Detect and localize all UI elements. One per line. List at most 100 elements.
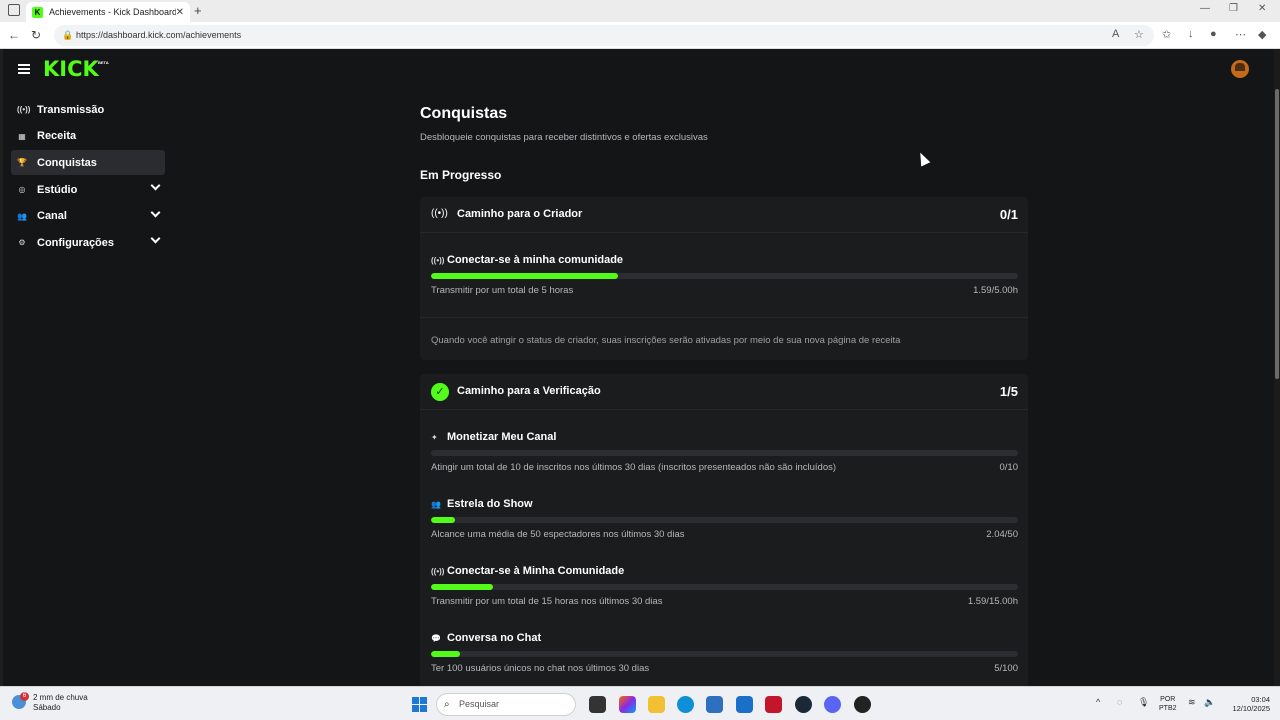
sidebar-item-canal[interactable]: 👥 Canal — [11, 204, 165, 229]
tray-overflow-icon[interactable]: ^ — [1096, 697, 1100, 707]
sidebar-item-label: Transmissão — [37, 103, 105, 116]
task-view-icon[interactable] — [589, 696, 606, 713]
broadcast-icon: ((•)) — [431, 256, 445, 265]
favorites-icon[interactable]: ✩ — [1162, 28, 1171, 41]
card-title: Caminho para a Verificação — [457, 385, 601, 397]
menu-toggle-icon[interactable] — [18, 64, 30, 74]
studio-icon: ◎ — [18, 185, 26, 195]
card-title: Caminho para o Criador — [457, 208, 583, 220]
sidebar-item-transmissao[interactable]: ((•)) Transmissão — [11, 97, 165, 122]
store-icon[interactable] — [706, 696, 723, 713]
sidebar-item-receita[interactable]: ▦ Receita — [11, 124, 165, 149]
sidebar-item-label: Canal — [37, 210, 67, 223]
downloads-icon[interactable]: ↓ — [1188, 28, 1194, 40]
app-icon[interactable] — [854, 696, 871, 713]
sidebar-item-configuracoes[interactable]: ⚙ Configurações — [11, 230, 165, 255]
sidebar: ((•)) Transmissão ▦ Receita 🏆 Conquistas… — [11, 97, 165, 257]
card-header[interactable]: ((•)) Caminho para o Criador 0/1 — [420, 197, 1028, 233]
url-text: https://dashboard.kick.com/achievements — [76, 30, 242, 40]
tray-app-icon[interactable]: ◌ — [1117, 697, 1122, 707]
read-aloud-icon[interactable]: A — [1112, 28, 1119, 40]
verified-check-icon: ✓ — [431, 383, 449, 401]
copilot-app-icon[interactable] — [619, 696, 636, 713]
achievement-title: ((•)) Conectar-se à Minha Comunidade — [431, 565, 625, 577]
more-menu-icon[interactable]: ⋯ — [1235, 28, 1246, 41]
microphone-icon[interactable]: 🎙 — [1138, 697, 1149, 708]
progress-track — [431, 273, 1018, 279]
scrollbar-thumb[interactable] — [1275, 89, 1279, 379]
sidebar-item-label: Estúdio — [37, 183, 78, 196]
windows-taskbar: 6 2 mm de chuva Sábado ⌕ Pesquisar ^ ◌ 🎙 … — [0, 686, 1280, 720]
kick-dashboard: KICK BETA ((•)) Transmissão ▦ Receita 🏆 … — [3, 49, 1274, 686]
broadcast-icon: ((•)) — [17, 105, 31, 114]
chevron-down-icon[interactable] — [150, 207, 161, 218]
achievement-value: 1.59/5.00h — [973, 285, 1018, 296]
chevron-down-icon[interactable] — [150, 180, 161, 191]
window-close-icon[interactable]: ✕ — [1258, 3, 1266, 14]
sidebar-item-estudio[interactable]: ◎ Estúdio — [11, 177, 165, 202]
achievement-description: Transmitir por um total de 5 horas — [431, 285, 574, 296]
edge-browser-icon[interactable] — [677, 696, 694, 713]
volume-icon[interactable]: 🔈 — [1204, 697, 1215, 708]
browser-tab-bar: K Achievements - Kick Dashboard ✕ + — ❐ … — [0, 0, 1280, 22]
user-avatar[interactable] — [1231, 60, 1249, 78]
taskbar-clock[interactable]: 03:04 12/10/2025 — [1222, 695, 1270, 713]
minimize-icon[interactable]: — — [1200, 3, 1210, 14]
page-subtitle: Desbloqueie conquistas para receber dist… — [420, 132, 708, 143]
card-note: Quando você atingir o status de criador,… — [431, 335, 901, 346]
kick-logo[interactable]: KICK — [43, 57, 99, 81]
notification-badge: 6 — [20, 692, 29, 701]
file-explorer-icon[interactable] — [648, 696, 665, 713]
tab-actions-icon[interactable] — [8, 4, 20, 16]
card-header[interactable]: ✓ Caminho para a Verificação 1/5 — [420, 374, 1028, 410]
achievement-description: Atingir um total de 10 de inscritos nos … — [431, 462, 837, 473]
profile-icon[interactable]: ● — [1210, 28, 1217, 40]
start-button-icon[interactable] — [412, 697, 427, 712]
achievement-title: ((•)) Conectar-se à minha comunidade — [431, 254, 624, 266]
broadcast-icon: ((•)) — [431, 208, 448, 219]
page-scrollbar[interactable] — [1274, 49, 1280, 686]
copilot-icon[interactable]: ◆ — [1258, 28, 1266, 41]
users-icon: 👥 — [17, 211, 27, 221]
wifi-icon[interactable]: ≋ — [1188, 697, 1196, 708]
achievement-description: Alcance uma média de 50 espectadores nos… — [431, 529, 685, 540]
beta-badge: BETA — [98, 60, 109, 65]
progress-fill — [431, 273, 618, 279]
weather-day: Sábado — [33, 703, 61, 712]
sidebar-item-label: Conquistas — [37, 156, 97, 169]
sidebar-item-label: Receita — [37, 130, 77, 143]
taskbar-search[interactable]: ⌕ Pesquisar — [436, 693, 576, 716]
maximize-icon[interactable]: ❐ — [1229, 3, 1238, 14]
new-tab-icon[interactable]: + — [194, 3, 202, 18]
progress-fill — [431, 517, 456, 523]
kick-favicon-icon: K — [32, 6, 43, 18]
search-placeholder: Pesquisar — [459, 699, 500, 709]
achievement-card-verification: ✓ Caminho para a Verificação 1/5 ✦ Moneti… — [420, 374, 1028, 686]
divider — [420, 317, 1028, 318]
achievement-value: 2.04/50 — [986, 529, 1018, 540]
url-field[interactable]: 🔒 https://dashboard.kick.com/achievement… — [54, 25, 1154, 46]
progress-track — [431, 584, 1018, 590]
sparkle-icon: ✦ — [431, 433, 438, 442]
address-bar-row: ← ↻ 🔒 https://dashboard.kick.com/achieve… — [0, 22, 1280, 49]
language-indicator[interactable]: POR PTB2 — [1159, 695, 1177, 713]
trophy-icon: 🏆 — [17, 158, 27, 168]
refresh-icon[interactable]: ↻ — [31, 28, 41, 42]
tab-close-icon[interactable]: ✕ — [176, 7, 184, 18]
chevron-down-icon[interactable] — [150, 233, 161, 244]
achievement-title: ✦ Monetizar Meu Canal — [431, 431, 557, 443]
chat-icon: 💬 — [431, 634, 441, 643]
achievement-title: 💬 Conversa no Chat — [431, 632, 542, 644]
achievement-card-creator: ((•)) Caminho para o Criador 0/1 ((•)) Co… — [420, 197, 1028, 360]
back-icon[interactable]: ← — [8, 28, 20, 42]
search-icon: ⌕ — [444, 699, 450, 710]
card-count: 1/5 — [999, 384, 1018, 399]
browser-tab[interactable]: K Achievements - Kick Dashboard ✕ — [26, 2, 190, 22]
discord-icon[interactable] — [824, 696, 841, 713]
steam-icon[interactable] — [795, 696, 812, 713]
sidebar-item-conquistas[interactable]: 🏆 Conquistas — [11, 150, 165, 176]
adobe-app-icon[interactable] — [765, 696, 782, 713]
outlook-icon[interactable] — [736, 696, 753, 713]
weather-text: 2 mm de chuva — [33, 693, 88, 702]
favorite-star-icon[interactable]: ☆ — [1134, 28, 1144, 41]
